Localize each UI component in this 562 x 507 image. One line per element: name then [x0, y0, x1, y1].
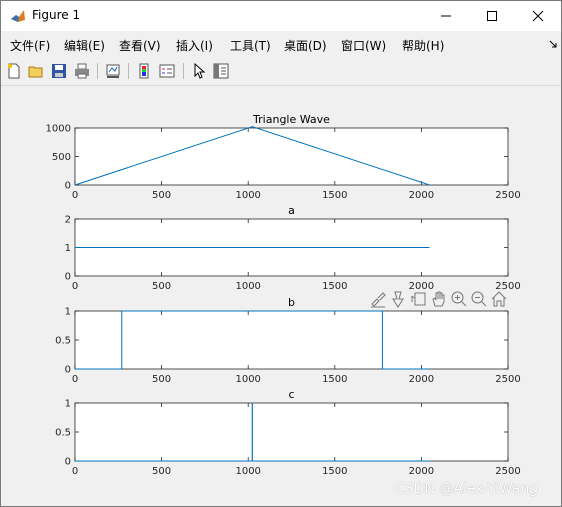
x-tick-label: 1500 — [322, 190, 347, 201]
axes-frame — [74, 127, 509, 186]
save-icon[interactable] — [49, 61, 69, 81]
x-tick-label: 500 — [152, 374, 171, 385]
window-title: Figure 1 — [32, 8, 81, 22]
edit-plot-icon[interactable] — [189, 61, 209, 81]
close-button[interactable] — [515, 1, 561, 31]
new-figure-icon[interactable] — [4, 61, 24, 81]
brush-icon[interactable] — [369, 290, 387, 308]
menu-tools[interactable]: 工具(T) — [230, 37, 271, 54]
toolbar-separator — [97, 63, 98, 79]
toolbar-separator — [128, 63, 129, 79]
menu-window[interactable]: 窗口(W) — [341, 37, 386, 54]
y-tick-label: 1000 — [46, 124, 71, 135]
dock-arrow-icon[interactable] — [549, 40, 558, 49]
figure-toolbar — [1, 57, 561, 86]
x-tick-label: 2000 — [409, 466, 434, 477]
menu-bar: 文件(F) 编辑(E) 查看(V) 插入(I) 工具(T) 桌面(D) 窗口(W… — [1, 32, 561, 56]
y-tick-label: 0 — [65, 272, 71, 283]
open-file-icon[interactable] — [26, 61, 46, 81]
insert-legend-icon[interactable] — [157, 61, 177, 81]
y-tick-label: 1 — [65, 399, 71, 410]
y-tick-label: 2 — [65, 215, 71, 226]
insert-colorbar-icon[interactable] — [134, 61, 154, 81]
menu-help[interactable]: 帮助(H) — [402, 37, 444, 54]
x-tick-label: 0 — [72, 281, 78, 292]
axes-title: Triangle Wave — [252, 113, 330, 126]
matlab-app-icon — [11, 10, 25, 22]
y-tick-label: 0.5 — [55, 428, 71, 439]
x-tick-label: 1000 — [235, 190, 260, 201]
open-property-inspector-icon[interactable] — [211, 61, 231, 81]
title-bar: Figure 1 — [1, 1, 561, 31]
x-tick-label: 1500 — [322, 374, 347, 385]
menu-desktop[interactable]: 桌面(D) — [284, 37, 327, 54]
maximize-icon — [487, 11, 497, 21]
close-icon — [532, 10, 544, 22]
x-tick-label: 1000 — [235, 374, 260, 385]
y-tick-label: 500 — [52, 152, 71, 163]
x-tick-label: 1500 — [322, 466, 347, 477]
x-tick-label: 0 — [72, 374, 78, 385]
axes-title: b — [288, 296, 295, 309]
x-tick-label: 0 — [72, 190, 78, 201]
x-tick-label: 2000 — [409, 374, 434, 385]
x-tick-label: 500 — [152, 190, 171, 201]
y-tick-label: 0 — [65, 181, 71, 192]
maximize-button[interactable] — [469, 1, 515, 31]
y-tick-label: 1 — [65, 307, 71, 318]
menu-file[interactable]: 文件(F) — [10, 37, 50, 54]
x-tick-label: 2500 — [495, 190, 520, 201]
pan-icon[interactable] — [430, 290, 448, 308]
x-tick-label: 1000 — [235, 281, 260, 292]
watermark-text: CSDN @Alex-YiWang — [395, 481, 539, 497]
axes-title: c — [288, 388, 294, 401]
toolbar-separator — [183, 63, 184, 79]
print-icon[interactable] — [72, 61, 92, 81]
figure-window: Figure 1 文件(F) 编辑(E) 查看(V) 插入(I) 工具(T) 桌… — [0, 0, 562, 507]
x-tick-label: 2500 — [495, 466, 520, 477]
home-icon[interactable] — [490, 290, 508, 308]
x-tick-label: 500 — [152, 466, 171, 477]
rotate-icon[interactable] — [410, 290, 428, 308]
x-tick-label: 1500 — [322, 281, 347, 292]
link-plot-icon[interactable] — [103, 61, 123, 81]
y-tick-label: 0.5 — [55, 336, 71, 347]
zoom-in-icon[interactable] — [450, 290, 468, 308]
minimize-icon — [441, 15, 451, 17]
menu-edit[interactable]: 编辑(E) — [64, 37, 105, 54]
x-tick-label: 0 — [72, 466, 78, 477]
axes-title: a — [288, 204, 295, 217]
zoom-out-icon[interactable] — [470, 290, 488, 308]
x-tick-label: 2000 — [409, 190, 434, 201]
data-tips-icon[interactable] — [389, 290, 407, 308]
x-tick-label: 500 — [152, 281, 171, 292]
menu-insert[interactable]: 插入(I) — [176, 37, 213, 54]
menu-view[interactable]: 查看(V) — [119, 37, 161, 54]
axes-frame — [74, 402, 509, 462]
x-tick-label: 1000 — [235, 466, 260, 477]
axes-frame — [74, 310, 509, 370]
y-tick-label: 1 — [65, 243, 71, 254]
minimize-button[interactable] — [423, 1, 469, 31]
x-tick-label: 2500 — [495, 374, 520, 385]
y-tick-label: 0 — [65, 457, 71, 468]
y-tick-label: 0 — [65, 365, 71, 376]
